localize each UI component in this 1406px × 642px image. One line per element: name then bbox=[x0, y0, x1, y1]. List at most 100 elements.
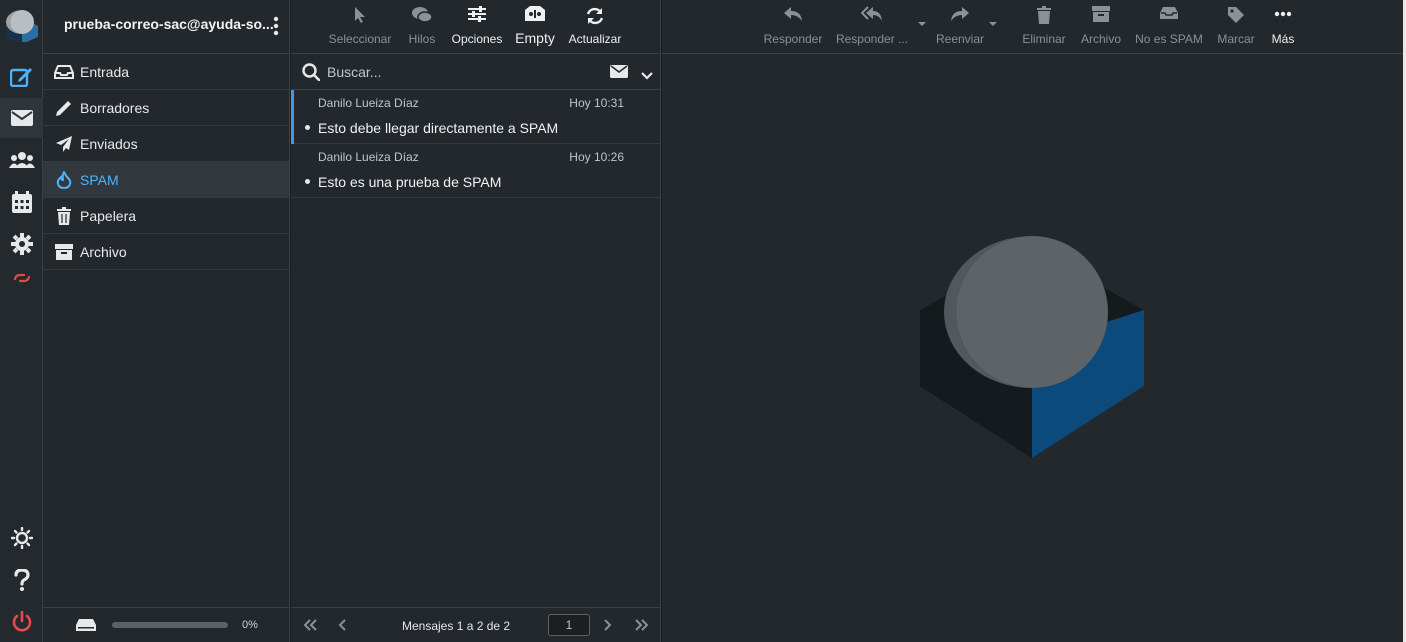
forward-icon bbox=[950, 6, 970, 25]
unread-dot-icon bbox=[305, 125, 310, 130]
archive-icon bbox=[53, 242, 75, 262]
cpanel-icon[interactable] bbox=[0, 258, 43, 298]
empty-button[interactable]: Empty bbox=[513, 0, 557, 54]
select-button[interactable]: Seleccionar bbox=[327, 0, 393, 54]
reply-button[interactable]: Responder bbox=[762, 0, 824, 54]
folder-label: SPAM bbox=[80, 171, 119, 188]
folder-list: Entrada Borradores Enviados SPAM Papeler… bbox=[43, 54, 289, 270]
folder-panel: prueba-correo-sac@ayuda-so... Entrada Bo… bbox=[43, 0, 290, 642]
select-label: Seleccionar bbox=[328, 32, 392, 46]
first-page-icon[interactable] bbox=[302, 618, 318, 636]
contacts-icon[interactable] bbox=[0, 140, 43, 180]
message-date: Hoy 10:26 bbox=[569, 150, 624, 164]
delete-button[interactable]: Eliminar bbox=[1018, 0, 1070, 54]
trash-icon bbox=[1036, 6, 1052, 27]
not-spam-button[interactable]: No es SPAM bbox=[1132, 0, 1206, 54]
archive-label: Archivo bbox=[1080, 32, 1121, 46]
more-icon bbox=[1274, 6, 1292, 20]
compose-icon[interactable] bbox=[0, 56, 43, 96]
fire-icon bbox=[53, 170, 75, 190]
folder-item-archivo[interactable]: Archivo bbox=[43, 234, 289, 270]
logout-icon[interactable] bbox=[0, 602, 43, 642]
quota-text: 0% bbox=[242, 619, 258, 631]
not-spam-label: No es SPAM bbox=[1135, 32, 1203, 46]
quota-footer: 0% bbox=[43, 607, 290, 642]
search-icon bbox=[302, 63, 321, 86]
folder-label: Archivo bbox=[80, 243, 127, 260]
empty-label: Empty bbox=[515, 30, 555, 46]
message-row[interactable]: Danilo Lueiza Díaz Hoy 10:31 Esto debe l… bbox=[291, 90, 660, 144]
list-footer: Mensajes 1 a 2 de 2 1 bbox=[291, 607, 661, 642]
folder-item-entrada[interactable]: Entrada bbox=[43, 54, 289, 90]
refresh-button[interactable]: Actualizar bbox=[564, 0, 626, 54]
folder-item-spam[interactable]: SPAM bbox=[43, 162, 289, 198]
inbox-icon bbox=[53, 62, 75, 82]
roundcube-logo-icon[interactable] bbox=[4, 6, 40, 42]
webmail-app: prueba-correo-sac@ayuda-so... Entrada Bo… bbox=[0, 0, 1406, 642]
forward-label: Reenviar bbox=[935, 32, 985, 46]
last-page-icon[interactable] bbox=[634, 618, 650, 636]
calendar-icon[interactable] bbox=[0, 182, 43, 222]
archive-icon bbox=[1092, 6, 1110, 25]
quota-bar bbox=[112, 622, 228, 628]
next-page-icon[interactable] bbox=[604, 618, 612, 636]
empty-folder-icon bbox=[524, 6, 546, 25]
page-input[interactable]: 1 bbox=[548, 614, 590, 636]
reply-all-dropdown-icon[interactable] bbox=[918, 22, 926, 26]
reply-label: Responder bbox=[763, 32, 823, 46]
app-rail bbox=[0, 0, 43, 642]
help-icon[interactable] bbox=[0, 560, 43, 600]
message-subject: Esto debe llegar directamente a SPAM bbox=[318, 120, 559, 136]
options-label: Opciones bbox=[451, 32, 503, 46]
folder-header: prueba-correo-sac@ayuda-so... bbox=[43, 0, 289, 54]
threads-button[interactable]: Hilos bbox=[404, 0, 440, 54]
account-menu-icon[interactable] bbox=[273, 16, 281, 36]
message-list-panel: Seleccionar Hilos Opciones Empty Actuali… bbox=[291, 0, 661, 642]
threads-label: Hilos bbox=[408, 32, 436, 46]
tag-icon bbox=[1227, 6, 1245, 27]
mark-label: Marcar bbox=[1217, 32, 1255, 46]
list-toolbar: Seleccionar Hilos Opciones Empty Actuali… bbox=[291, 0, 660, 54]
folder-item-borradores[interactable]: Borradores bbox=[43, 90, 289, 126]
previous-page-icon[interactable] bbox=[338, 618, 346, 636]
forward-dropdown-icon[interactable] bbox=[989, 22, 997, 26]
chevron-down-icon[interactable] bbox=[641, 67, 653, 85]
more-button[interactable]: Más bbox=[1268, 0, 1298, 54]
refresh-icon bbox=[585, 6, 605, 29]
options-button[interactable]: Opciones bbox=[449, 0, 505, 54]
roundcube-watermark-icon bbox=[920, 236, 1144, 460]
reply-all-label: Responder ... bbox=[835, 32, 909, 46]
folder-label: Entrada bbox=[80, 63, 130, 80]
more-label: Más bbox=[1271, 32, 1295, 46]
forward-button[interactable]: Reenviar bbox=[934, 0, 986, 54]
pointer-icon bbox=[353, 6, 367, 27]
mail-icon[interactable] bbox=[0, 98, 43, 138]
message-content-panel: Responder Responder ... Reenviar Elimina… bbox=[662, 0, 1403, 642]
archive-button[interactable]: Archivo bbox=[1076, 0, 1126, 54]
search-input[interactable] bbox=[327, 62, 587, 82]
folder-label: Enviados bbox=[80, 135, 138, 152]
paper-plane-icon bbox=[53, 134, 75, 154]
threads-icon bbox=[411, 6, 433, 27]
message-date: Hoy 10:31 bbox=[569, 96, 624, 110]
folder-label: Borradores bbox=[80, 99, 150, 116]
refresh-label: Actualizar bbox=[568, 32, 622, 46]
delete-label: Eliminar bbox=[1022, 32, 1066, 46]
message-row[interactable]: Danilo Lueiza Díaz Hoy 10:26 Esto es una… bbox=[291, 144, 660, 198]
mark-button[interactable]: Marcar bbox=[1214, 0, 1258, 54]
account-email: prueba-correo-sac@ayuda-so... bbox=[64, 16, 274, 32]
folder-item-papelera[interactable]: Papelera bbox=[43, 198, 289, 234]
theme-icon[interactable] bbox=[0, 518, 43, 558]
reply-all-button[interactable]: Responder ... bbox=[834, 0, 910, 54]
search-bar bbox=[291, 54, 660, 90]
message-subject: Esto es una prueba de SPAM bbox=[318, 174, 502, 190]
folder-label: Papelera bbox=[80, 207, 137, 224]
message-from: Danilo Lueiza Díaz bbox=[318, 96, 419, 110]
inbox-icon bbox=[1159, 6, 1179, 23]
pencil-icon bbox=[53, 98, 75, 118]
trash-icon bbox=[53, 206, 75, 226]
folder-item-enviados[interactable]: Enviados bbox=[43, 126, 289, 162]
storage-icon bbox=[75, 618, 97, 632]
reply-icon bbox=[783, 6, 803, 25]
search-scope-envelope-icon[interactable] bbox=[610, 65, 628, 83]
